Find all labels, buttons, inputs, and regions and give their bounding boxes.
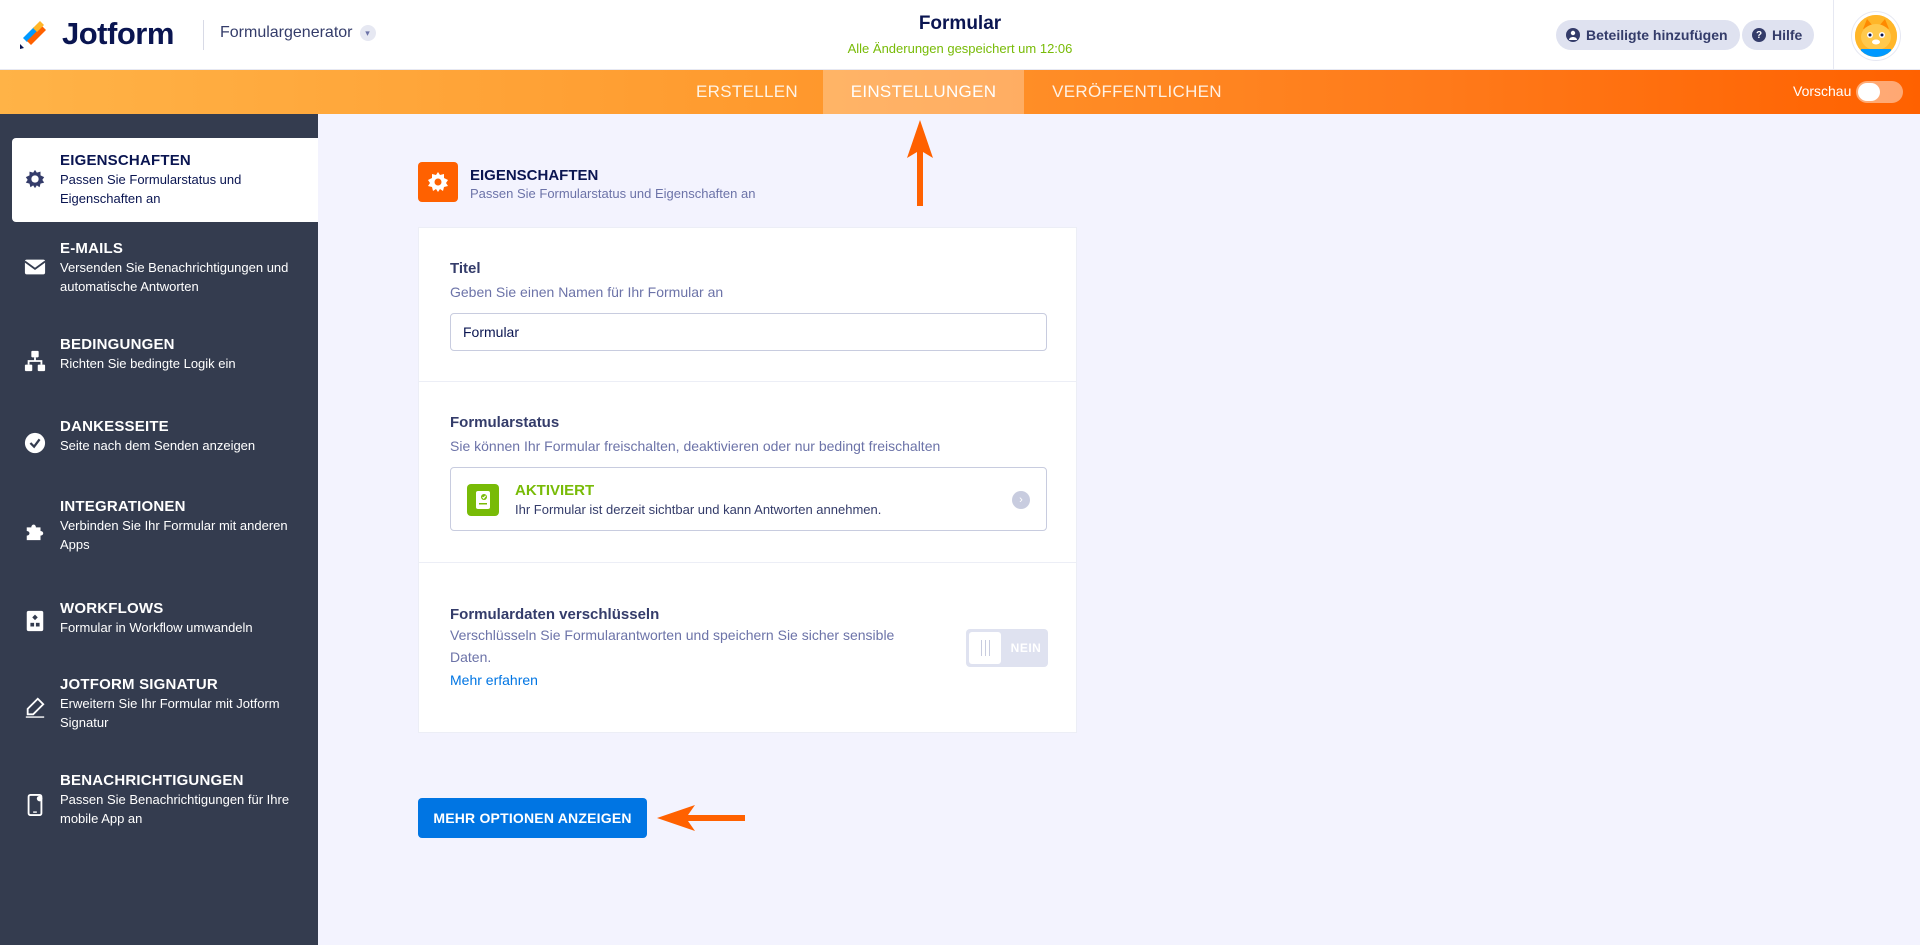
- sidebar-item-title: WORKFLOWS: [60, 600, 164, 617]
- status-value: AKTIVIERT: [515, 482, 595, 499]
- envelope-icon: [24, 259, 46, 275]
- mobile-icon: [27, 794, 43, 816]
- question-icon: ?: [1752, 28, 1766, 42]
- puzzle-icon: [26, 524, 44, 541]
- help-label: Hilfe: [1772, 27, 1803, 43]
- sidebar-item-title: EIGENSCHAFTEN: [60, 152, 191, 169]
- title-hint: Geben Sie einen Namen für Ihr Formular a…: [450, 284, 724, 300]
- main-navbar: ERSTELLEN EINSTELLUNGEN VERÖFFENTLICHEN …: [0, 70, 1920, 114]
- encryption-toggle[interactable]: NEIN: [966, 629, 1048, 667]
- sidebar-item-signature[interactable]: JOTFORM SIGNATUR Erweitern Sie Ihr Formu…: [0, 660, 318, 746]
- show-more-options-button[interactable]: MEHR OPTIONEN ANZEIGEN: [418, 798, 647, 838]
- chevron-right-icon: ›: [1012, 491, 1030, 509]
- tab-create[interactable]: ERSTELLEN: [672, 70, 822, 114]
- sidebar-item-title: BEDINGUNGEN: [60, 336, 175, 353]
- avatar-separator: [1833, 0, 1834, 70]
- builder-dropdown[interactable]: Formulargenerator ▾: [220, 24, 376, 42]
- form-status-selector[interactable]: AKTIVIERT Ihr Formular ist derzeit sicht…: [450, 467, 1047, 531]
- sidebar-item-integrations[interactable]: INTEGRATIONEN Verbinden Sie Ihr Formular…: [0, 484, 318, 570]
- settings-sidebar: EIGENSCHAFTEN Passen Sie Formularstatus …: [0, 114, 318, 945]
- status-hint: Sie können Ihr Formular freischalten, de…: [450, 438, 941, 454]
- sidebar-item-desc: Seite nach dem Senden anzeigen: [60, 438, 256, 453]
- sidebar-item-title: JOTFORM SIGNATUR: [60, 676, 218, 693]
- workflow-icon: [26, 610, 44, 632]
- title-label: Titel: [450, 260, 481, 277]
- sidebar-item-conditions[interactable]: BEDINGUNGEN Richten Sie bedingte Logik e…: [0, 322, 318, 388]
- sidebar-item-notifications[interactable]: BENACHRICHTIGUNGEN Passen Sie Benachrich…: [0, 758, 318, 844]
- add-participants-button[interactable]: Beteiligte hinzufügen: [1556, 20, 1740, 50]
- top-header: Jotform Formulargenerator ▾ Formular All…: [0, 0, 1920, 70]
- annotation-arrow-up-icon: [907, 120, 933, 206]
- section-title: EIGENSCHAFTEN: [470, 167, 599, 184]
- form-enabled-icon: [467, 484, 499, 516]
- sidebar-item-properties[interactable]: EIGENSCHAFTEN Passen Sie Formularstatus …: [12, 138, 318, 222]
- pen-icon: [25, 697, 45, 718]
- hierarchy-icon: [24, 350, 46, 372]
- encryption-label: Formulardaten verschlüsseln: [450, 606, 660, 623]
- brand-name: Jotform: [62, 16, 174, 51]
- sidebar-item-emails[interactable]: E-MAILS Versenden Sie Benachrichtigungen…: [0, 224, 318, 310]
- cat-avatar-icon: [1855, 15, 1897, 57]
- jotform-logo-icon: [20, 21, 46, 49]
- preview-toggle-knob: [1858, 83, 1880, 101]
- sidebar-item-desc: Richten Sie bedingte Logik ein: [60, 356, 236, 371]
- sidebar-item-desc: Formular in Workflow umwandeln: [60, 620, 253, 635]
- title-input[interactable]: [450, 313, 1047, 351]
- sidebar-item-title: E-MAILS: [60, 240, 124, 257]
- builder-label: Formulargenerator: [220, 24, 353, 41]
- learn-more-link[interactable]: Mehr erfahren: [450, 672, 538, 688]
- properties-card: Titel Geben Sie einen Namen für Ihr Form…: [418, 227, 1077, 733]
- user-avatar[interactable]: [1852, 12, 1900, 60]
- divider: [419, 381, 1076, 382]
- status-description: Ihr Formular ist derzeit sichtbar und ka…: [515, 502, 882, 517]
- header-separator: [203, 20, 204, 50]
- preview-label: Vorschau: [1793, 83, 1852, 99]
- sidebar-item-desc: Versenden Sie Benachrichtigungen und aut…: [60, 260, 289, 294]
- sidebar-item-thank-you-page[interactable]: DANKESSEITE Seite nach dem Senden anzeig…: [0, 404, 318, 470]
- sidebar-item-title: DANKESSEITE: [60, 418, 169, 435]
- sidebar-item-desc: Passen Sie Benachrichtigungen für Ihre m…: [60, 792, 290, 826]
- user-icon: [1566, 28, 1580, 42]
- toggle-handle: [969, 632, 1001, 664]
- divider: [419, 562, 1076, 563]
- sidebar-item-desc: Erweitern Sie Ihr Formular mit Jotform S…: [60, 696, 280, 730]
- help-button[interactable]: ? Hilfe: [1742, 20, 1815, 50]
- chevron-down-icon: ▾: [359, 25, 376, 41]
- sidebar-item-desc: Verbinden Sie Ihr Formular mit anderen A…: [60, 518, 288, 552]
- tab-publish[interactable]: VERÖFFENTLICHEN: [1024, 70, 1250, 114]
- gear-icon: [25, 169, 45, 189]
- status-label: Formularstatus: [450, 414, 560, 431]
- section-subtitle: Passen Sie Formularstatus und Eigenschaf…: [470, 186, 756, 201]
- check-circle-icon: [24, 432, 46, 454]
- toggle-state-label: NEIN: [1010, 641, 1042, 655]
- sidebar-item-desc: Passen Sie Formularstatus und Eigenschaf…: [60, 172, 242, 206]
- section-gear-icon: [418, 162, 458, 202]
- add-participants-label: Beteiligte hinzufügen: [1586, 27, 1728, 43]
- tab-settings[interactable]: EINSTELLUNGEN: [823, 70, 1024, 114]
- encryption-hint: Verschlüsseln Sie Formularantworten und …: [450, 627, 895, 665]
- annotation-arrow-left-icon: [657, 805, 745, 831]
- jotform-logo[interactable]: Jotform: [18, 14, 174, 54]
- sidebar-item-workflows[interactable]: WORKFLOWS Formular in Workflow umwandeln: [0, 582, 318, 648]
- sidebar-item-title: INTEGRATIONEN: [60, 498, 186, 515]
- preview-toggle[interactable]: [1856, 81, 1903, 103]
- sidebar-item-title: BENACHRICHTIGUNGEN: [60, 772, 244, 789]
